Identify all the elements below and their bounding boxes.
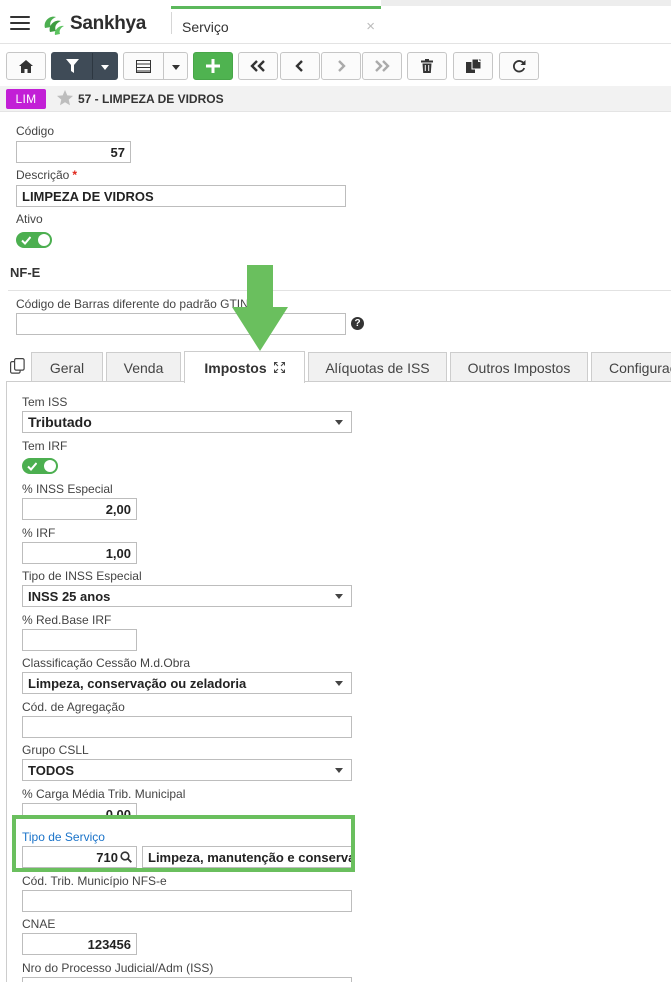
grupo-csll-value: TODOS (28, 762, 74, 778)
cnae-field[interactable]: 123456 (22, 933, 137, 955)
red-base-irf-label: % Red.Base IRF (22, 613, 112, 627)
chevron-down-icon (335, 681, 343, 686)
app-tab-servico[interactable]: Serviço × (171, 6, 381, 44)
tab-geral[interactable]: Geral (31, 352, 103, 382)
carga-media-label: % Carga Média Trib. Municipal (22, 787, 186, 801)
irf-label: % IRF (22, 526, 56, 540)
detail-tabs: Geral Venda Impostos Alíquotas de ISS Ou… (0, 351, 671, 383)
tem-irf-label: Tem IRF (22, 439, 68, 453)
duplicate-button[interactable] (453, 52, 493, 80)
record-badge: LIM (6, 89, 46, 109)
gtin-field[interactable] (16, 313, 346, 335)
tipo-inss-select[interactable]: INSS 25 anos (22, 585, 352, 607)
home-icon (19, 59, 33, 73)
help-icon[interactable]: ? (351, 317, 364, 330)
arrow-down-icon (232, 265, 288, 351)
grupo-csll-label: Grupo CSLL (22, 743, 89, 757)
refresh-icon (513, 60, 526, 73)
record-header: LIM 57 - LIMPEZA DE VIDROS (0, 86, 671, 112)
tipo-inss-label: Tipo de INSS Especial (22, 569, 142, 583)
descricao-label-text: Descrição (16, 168, 70, 182)
classif-value: Limpeza, conservação ou zeladoria (28, 675, 247, 691)
classif-select[interactable]: Limpeza, conservação ou zeladoria (22, 672, 352, 694)
inss-especial-field[interactable]: 2,00 (22, 498, 137, 520)
cnae-label: CNAE (22, 917, 56, 931)
filter-icon (66, 59, 79, 73)
cod-agregacao-field[interactable] (22, 716, 352, 738)
duplicate-icon (465, 59, 481, 73)
descricao-field[interactable]: LIMPEZA DE VIDROS (16, 185, 346, 207)
tab-impostos-label: Impostos (204, 359, 267, 376)
codigo-label: Código (16, 124, 55, 138)
descricao-label: Descrição * (16, 168, 77, 182)
tem-iss-label: Tem ISS (22, 395, 68, 409)
classif-label: Classificação Cessão M.d.Obra (22, 656, 191, 670)
sankhya-logo-icon (44, 16, 64, 35)
chevron-down-icon (335, 594, 343, 599)
refresh-button[interactable] (499, 52, 539, 80)
ativo-label: Ativo (16, 212, 43, 226)
irf-field[interactable]: 1,00 (22, 542, 137, 564)
section-divider (8, 290, 671, 291)
top-bar-shade (381, 0, 671, 6)
toolbar (0, 50, 671, 82)
codigo-field[interactable]: 57 (16, 141, 131, 163)
star-icon[interactable] (56, 89, 74, 107)
view-mode-button[interactable] (123, 52, 188, 80)
record-title: 57 - LIMPEZA DE VIDROS (78, 92, 224, 106)
grupo-csll-select[interactable]: TODOS (22, 759, 352, 781)
previous-record-button[interactable] (280, 52, 320, 80)
sankhya-logo[interactable]: Sankhya (41, 11, 146, 37)
cod-agregacao-label: Cód. de Agregação (22, 700, 125, 714)
last-record-icon (375, 60, 390, 72)
expand-icon[interactable] (273, 362, 285, 373)
tab-outros-impostos[interactable]: Outros Impostos (450, 352, 588, 382)
first-record-icon (250, 60, 265, 72)
filter-button[interactable] (51, 52, 118, 80)
red-base-irf-field[interactable] (22, 629, 137, 651)
close-icon[interactable]: × (366, 18, 375, 35)
toggle-knob (44, 460, 56, 472)
inss-especial-label: % INSS Especial (22, 482, 113, 496)
delete-button[interactable] (407, 52, 447, 80)
top-bar: Sankhya Serviço × (0, 0, 671, 44)
brand-name: Sankhya (70, 13, 147, 34)
tem-irf-toggle[interactable] (22, 458, 58, 474)
tab-venda[interactable]: Venda (106, 352, 181, 382)
first-record-button[interactable] (238, 52, 278, 80)
tem-iss-value: Tributado (28, 414, 92, 430)
add-icon (206, 59, 220, 73)
nfe-section-title: NF-E (10, 265, 41, 280)
chevron-down-icon (335, 768, 343, 773)
required-marker: * (72, 168, 78, 182)
add-button[interactable] (193, 52, 233, 80)
tab-aliquotas-iss[interactable]: Alíquotas de ISS (308, 352, 447, 382)
tab-configuracoes[interactable]: Configurac (591, 352, 671, 382)
highlight-box (12, 815, 355, 872)
home-button[interactable] (6, 52, 46, 80)
next-record-button[interactable] (321, 52, 361, 80)
tab-impostos[interactable]: Impostos (184, 351, 305, 383)
gtin-label: Código de Barras diferente do padrão GTI… (16, 297, 249, 311)
check-icon (21, 236, 31, 245)
menu-icon[interactable] (10, 16, 30, 30)
chevron-down-icon[interactable] (101, 65, 109, 70)
ativo-toggle[interactable] (16, 232, 52, 248)
cod-trib-label: Cód. Trib. Município NFS-e (22, 874, 167, 888)
check-icon (27, 462, 37, 471)
chevron-down-icon[interactable] (172, 65, 180, 70)
previous-record-icon (295, 60, 303, 72)
nro-processo-field[interactable] (22, 977, 352, 982)
app-tab-label: Serviço (182, 19, 229, 35)
chevron-down-icon (335, 420, 343, 425)
grid-view-icon (136, 60, 151, 73)
cod-trib-field[interactable] (22, 890, 352, 912)
trash-icon (421, 59, 433, 73)
next-record-icon (338, 60, 346, 72)
toggle-knob (38, 234, 50, 246)
last-record-button[interactable] (362, 52, 402, 80)
tem-iss-select[interactable]: Tributado (22, 411, 352, 433)
tipo-inss-value: INSS 25 anos (28, 588, 111, 604)
nro-processo-label: Nro do Processo Judicial/Adm (ISS) (22, 961, 214, 975)
